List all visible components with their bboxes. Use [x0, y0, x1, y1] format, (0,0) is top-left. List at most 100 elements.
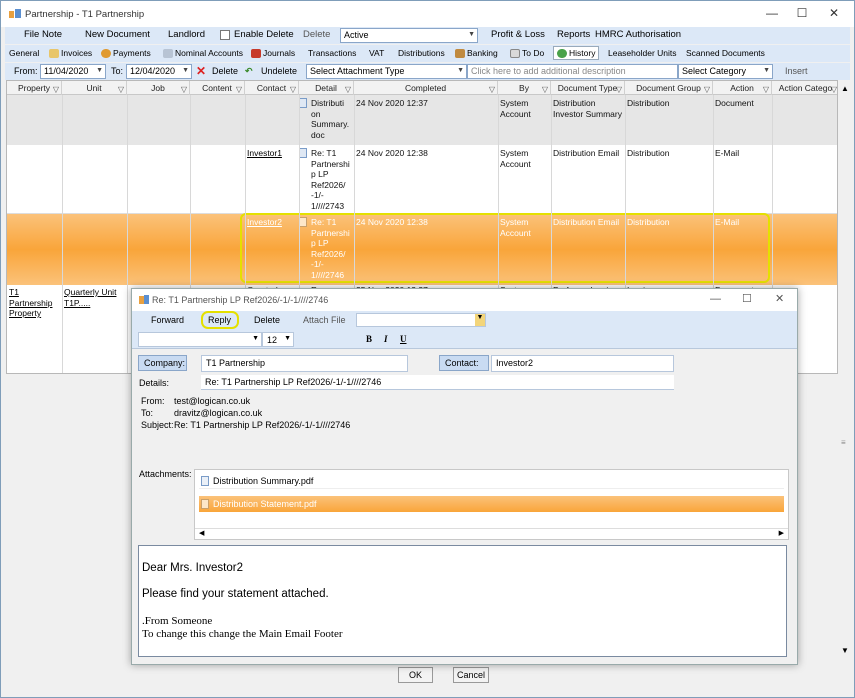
detail-cell: Distributi on Summary. doc	[311, 98, 350, 140]
undelete-button[interactable]: Undelete	[261, 66, 297, 76]
col-header-detail[interactable]: Detail ▽	[299, 81, 354, 95]
scroll-left-icon[interactable]: ◀	[199, 529, 204, 537]
tab-leaseholder-units[interactable]: Leaseholder Units	[608, 48, 677, 58]
attach-file-select[interactable]: ▼	[356, 313, 486, 327]
scroll-down-icon[interactable]: ▼	[841, 646, 849, 655]
font-family-select[interactable]: ▼	[138, 332, 262, 347]
to-date-value: 12/04/2020	[130, 66, 176, 76]
ok-button[interactable]: OK	[398, 667, 433, 683]
maximize-button[interactable]: ☐	[791, 5, 813, 21]
grid-header: Property ▽ Unit ▽ Job ▽ Content ▽ Contact ▽ D…	[7, 81, 837, 95]
underline-button[interactable]: U	[400, 334, 407, 344]
delete-x-icon[interactable]: ✕	[196, 64, 206, 78]
dialog-minimize-button[interactable]: —	[710, 293, 721, 305]
tab-general[interactable]: General	[9, 48, 39, 58]
contact-link[interactable]: Investor1	[247, 148, 282, 159]
enable-delete-checkbox[interactable]	[220, 30, 230, 40]
category-select[interactable]: Select Category ▼	[678, 64, 773, 79]
dialog-maximize-button[interactable]: ☐	[742, 292, 752, 305]
col-header-by[interactable]: By ▽	[498, 81, 551, 95]
horizontal-scrollbar[interactable]: ◀ ▶	[195, 528, 788, 539]
bold-button[interactable]: B	[366, 334, 372, 344]
col-header-document-group[interactable]: Document Group ▽	[625, 81, 713, 95]
landlord-button[interactable]: Landlord	[168, 29, 205, 40]
highlight-box	[240, 213, 770, 283]
company-button[interactable]: Company:	[138, 355, 187, 371]
main-toolbar: File Note New Document Landlord Enable D…	[5, 27, 850, 44]
vertical-scrollbar[interactable]: ▲ ≡ ▼	[839, 80, 851, 660]
window-title: Partnership - T1 Partnership	[25, 8, 145, 20]
col-header-content[interactable]: Content ▽	[190, 81, 245, 95]
attachment-type-select[interactable]: Select Attachment Type ▼	[306, 64, 467, 79]
tab-bar: General Invoices Payments Nominal Accoun…	[5, 45, 850, 62]
col-header-action-category[interactable]: Action Catego ▽	[772, 81, 837, 95]
journal-icon	[251, 48, 261, 58]
tab-distributions[interactable]: Distributions	[398, 48, 445, 58]
reports-button[interactable]: Reports	[557, 29, 590, 40]
scroll-right-icon[interactable]: ▶	[779, 529, 784, 537]
close-button[interactable]: ✕	[823, 5, 845, 21]
cancel-button[interactable]: Cancel	[453, 667, 489, 683]
tab-to-do[interactable]: To Do	[510, 48, 544, 58]
column-divider	[127, 95, 128, 373]
to-label: To:	[111, 66, 124, 76]
italic-button[interactable]: I	[384, 334, 388, 344]
col-header-contact[interactable]: Contact ▽	[245, 81, 299, 95]
scroll-grip-icon[interactable]: ≡	[841, 438, 846, 447]
dialog-toolbar: Forward Reply Delete Attach File ▼	[132, 311, 797, 330]
delete-button[interactable]: Delete	[303, 29, 330, 40]
col-header-document-type[interactable]: Document Type ▽	[551, 81, 625, 95]
unit-link[interactable]: Quarterly Unit T1P.....	[64, 287, 126, 308]
tab-transactions[interactable]: Transactions	[308, 48, 356, 58]
status-select[interactable]: Active ▼	[340, 28, 478, 43]
insert-button[interactable]: Insert	[785, 66, 808, 76]
banking-icon	[455, 48, 465, 58]
profit-loss-button[interactable]: Profit & Loss	[491, 29, 545, 40]
description-placeholder: Click here to add additional description	[471, 66, 626, 76]
history-icon	[557, 48, 567, 58]
list-item-selected[interactable]: Distribution Statement.pdf	[199, 496, 784, 512]
col-header-job[interactable]: Job ▽	[127, 81, 190, 95]
action-cell: E-Mail	[715, 148, 740, 158]
app-icon	[9, 9, 21, 18]
email-body-editor[interactable]: Dear Mrs. Investor2 Please find your sta…	[138, 545, 787, 657]
filter-delete-button[interactable]: Delete	[212, 66, 238, 76]
file-note-button[interactable]: File Note	[24, 29, 62, 40]
tab-scanned-documents[interactable]: Scanned Documents	[686, 48, 765, 58]
description-input[interactable]: Click here to add additional description	[467, 64, 678, 79]
list-item[interactable]: Distribution Summary.pdf	[199, 474, 784, 489]
chevron-down-icon: ▼	[763, 67, 770, 74]
dialog-delete-button[interactable]: Delete	[254, 315, 280, 325]
tab-nominal-accounts[interactable]: Nominal Accounts	[163, 48, 243, 58]
minimize-button[interactable]: —	[761, 5, 783, 21]
col-header-action[interactable]: Action ▽	[713, 81, 772, 95]
contact-field[interactable]: Investor2	[491, 355, 674, 372]
attach-file-button[interactable]: Attach File	[303, 315, 346, 325]
tab-journals[interactable]: Journals	[251, 48, 295, 58]
new-document-button[interactable]: New Document	[85, 29, 150, 40]
header-label: Contact	[256, 83, 287, 93]
tab-payments[interactable]: Payments	[101, 48, 151, 58]
chevron-down-icon: ▼	[284, 335, 291, 342]
from-date-input[interactable]: 11/04/2020 ▼	[40, 64, 106, 79]
font-size-select[interactable]: 12 ▼	[262, 332, 294, 347]
from-label: From:	[141, 396, 165, 406]
chevron-down-icon: ▼	[457, 67, 464, 74]
contact-button[interactable]: Contact:	[439, 355, 489, 371]
tab-banking[interactable]: Banking	[455, 48, 498, 58]
to-date-input[interactable]: 12/04/2020 ▼	[126, 64, 192, 79]
col-header-unit[interactable]: Unit ▽	[62, 81, 127, 95]
col-header-property[interactable]: Property ▽	[7, 81, 62, 95]
forward-button[interactable]: Forward	[151, 315, 184, 325]
tab-invoices[interactable]: Invoices	[49, 48, 92, 58]
tab-history[interactable]: History	[553, 46, 600, 60]
details-field[interactable]: Re: T1 Partnership LP Ref2026/-1/-1////2…	[201, 375, 674, 390]
col-header-completed[interactable]: Completed ▽	[354, 81, 498, 95]
tab-vat[interactable]: VAT	[369, 48, 384, 58]
attachment-name: Distribution Statement.pdf	[213, 499, 317, 509]
hmrc-button[interactable]: HMRC Authorisation	[595, 29, 681, 40]
scroll-up-icon[interactable]: ▲	[841, 84, 849, 93]
company-field[interactable]: T1 Partnership	[201, 355, 408, 372]
property-link[interactable]: T1 Partnership Property	[9, 287, 59, 319]
dialog-close-button[interactable]: ✕	[775, 292, 784, 305]
